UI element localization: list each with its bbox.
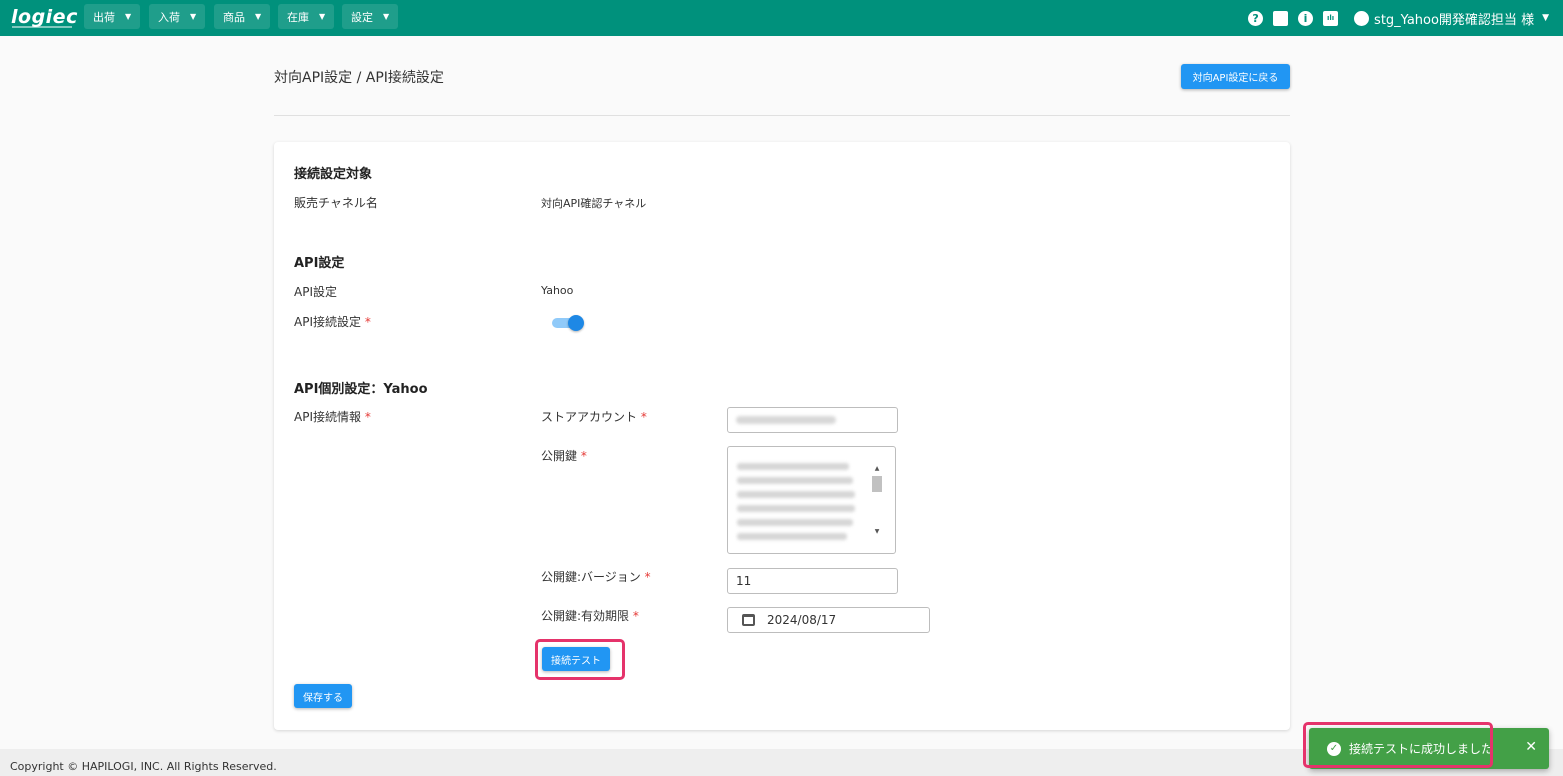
menu-inventory[interactable]: 在庫 ▼: [278, 4, 335, 29]
channel-label: 販売チャネル名: [294, 196, 378, 210]
public-key-textarea[interactable]: ▲ ▼: [727, 446, 896, 554]
public-key-label: 公開鍵 *: [541, 449, 587, 463]
user-name: stg_Yahoo開発確認担当 様: [1374, 12, 1535, 28]
chevron-down-icon: ▼: [190, 12, 197, 21]
toggle-thumb: [568, 315, 584, 331]
snackbar-highlight: [1303, 722, 1493, 768]
back-to-api-settings-button[interactable]: 対向API設定に戻る: [1181, 64, 1290, 89]
scroll-thumb[interactable]: [872, 476, 882, 492]
api-connect-label: API接続設定 *: [294, 315, 371, 329]
save-button[interactable]: 保存する: [294, 684, 352, 708]
key-expiry-input[interactable]: 2024/08/17: [727, 607, 930, 633]
key-version-input[interactable]: 11: [727, 568, 898, 594]
api-value: Yahoo: [541, 284, 574, 297]
settings-card: 接続設定対象 販売チャネル名 対向API確認チャネル API設定 API設定 Y…: [274, 142, 1290, 730]
top-navbar: logiec 出荷 ▼ 入荷 ▼ 商品 ▼ 在庫 ▼ 設定 ▼ ? i ılı stg_Y…: [0, 0, 1563, 36]
close-icon[interactable]: ✕: [1525, 739, 1537, 755]
account-icon: [1354, 10, 1370, 26]
key-version-label: 公開鍵:バージョン *: [541, 570, 651, 584]
logo-underline: [12, 26, 72, 28]
section-heading-target: 接続設定対象: [294, 167, 373, 182]
store-account-input[interactable]: [727, 407, 898, 433]
chevron-down-icon: ▼: [255, 12, 262, 21]
channel-value: 対向API確認チャネル: [541, 197, 647, 210]
header-divider: [274, 115, 1290, 116]
menu-shipping[interactable]: 出荷 ▼: [84, 4, 141, 29]
user-menu[interactable]: stg_Yahoo開発確認担当 様 ▼: [1344, 9, 1549, 28]
app-logo[interactable]: logiec: [11, 6, 78, 28]
info-icon[interactable]: i: [1298, 10, 1314, 26]
redacted-value: [736, 416, 836, 424]
api-info-label: API接続情報 *: [294, 410, 371, 424]
scroll-down-icon[interactable]: ▼: [872, 528, 882, 535]
chevron-down-icon: ▼: [319, 12, 326, 21]
connection-test-button[interactable]: 接続テスト: [542, 647, 610, 671]
api-label: API設定: [294, 285, 337, 299]
briefcase-icon[interactable]: [1273, 10, 1289, 26]
chevron-down-icon: ▼: [383, 12, 390, 21]
scroll-up-icon[interactable]: ▲: [872, 465, 882, 472]
chevron-down-icon: ▼: [125, 12, 132, 21]
nav-right-group: ? i ılı stg_Yahoo開発確認担当 様 ▼: [1238, 0, 1549, 36]
key-expiry-label: 公開鍵:有効期限 *: [541, 609, 639, 623]
store-account-label: ストアアカウント *: [541, 410, 647, 424]
section-heading-yahoo: API個別設定：Yahoo: [294, 382, 428, 397]
help-icon[interactable]: ?: [1248, 10, 1264, 26]
calendar-icon[interactable]: [742, 614, 755, 626]
textarea-scrollbar[interactable]: ▲ ▼: [872, 465, 882, 537]
chart-icon[interactable]: ılı: [1323, 10, 1339, 26]
menu-settings[interactable]: 設定 ▼: [342, 4, 399, 29]
menu-products[interactable]: 商品 ▼: [214, 4, 271, 29]
section-heading-api: API設定: [294, 256, 345, 271]
api-connect-toggle[interactable]: [552, 315, 584, 331]
menu-receiving[interactable]: 入荷 ▼: [149, 4, 206, 29]
chevron-down-icon: ▼: [1542, 13, 1549, 23]
page-title: 対向API設定 / API接続設定: [274, 70, 444, 86]
